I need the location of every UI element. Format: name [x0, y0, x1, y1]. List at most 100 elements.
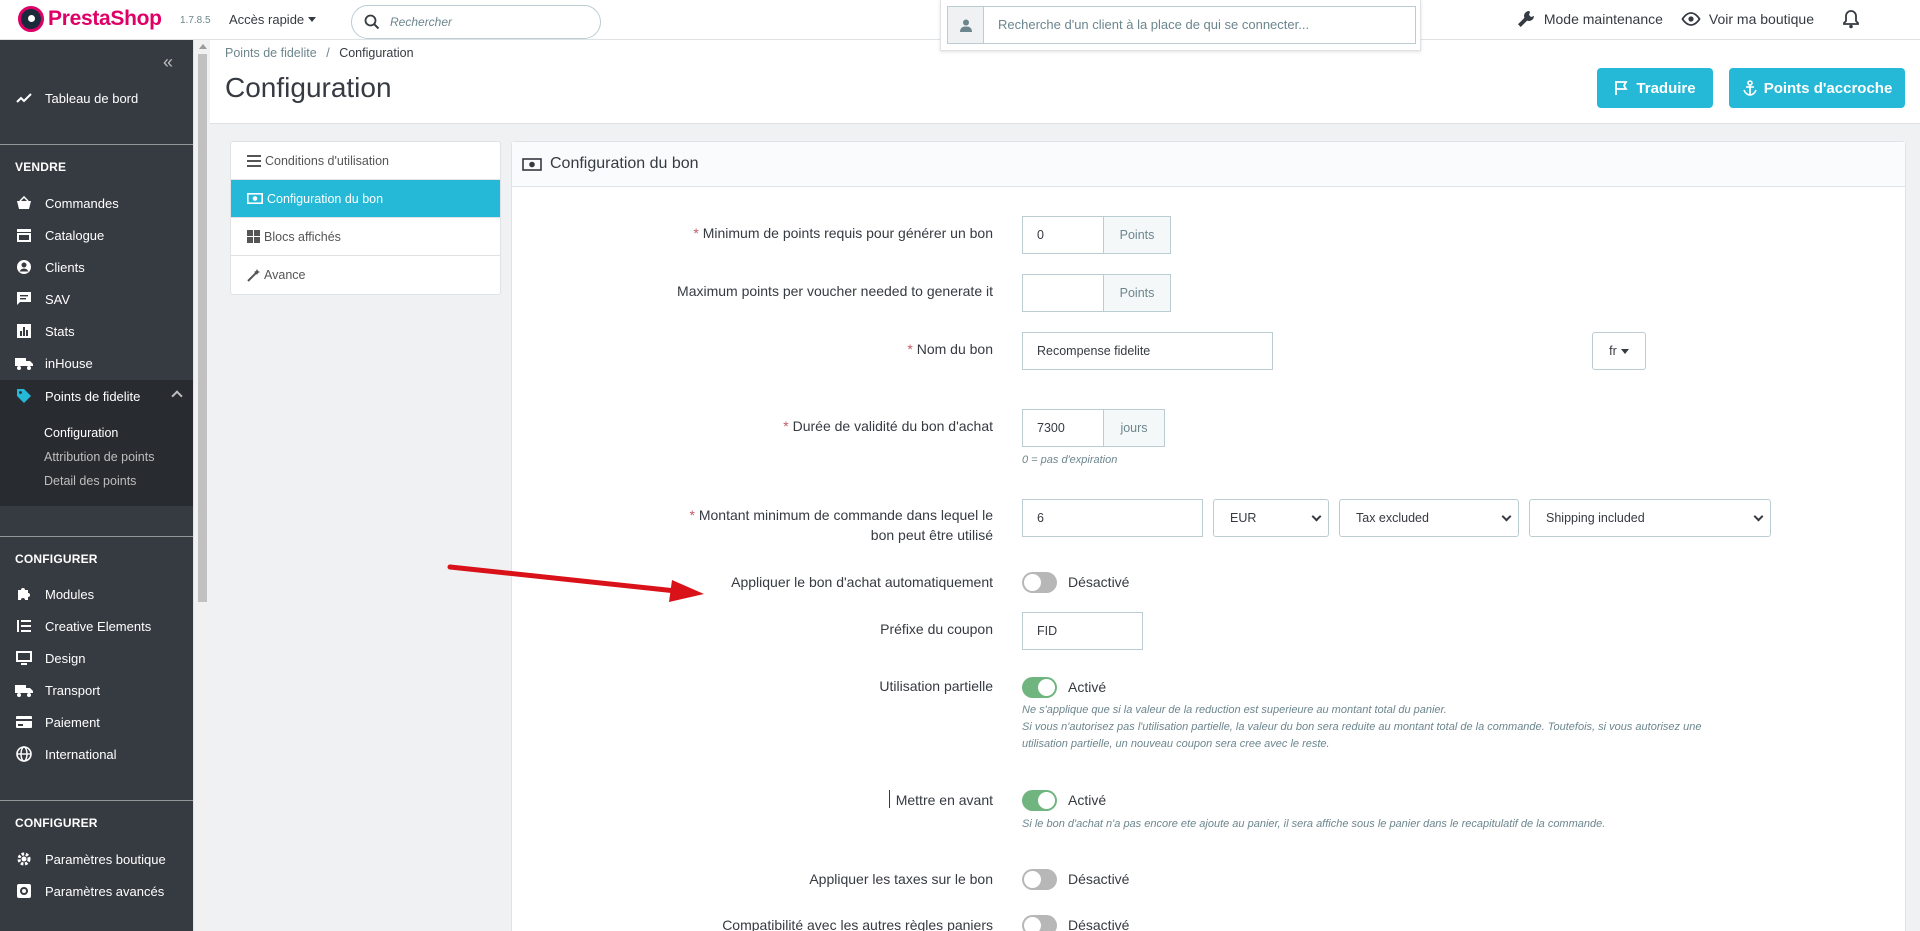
tab-advanced[interactable]: Avance: [231, 256, 500, 294]
sidebar-item-customers[interactable]: Clients: [0, 251, 193, 283]
sidebar-item-stats[interactable]: Stats: [0, 315, 193, 347]
validity-unit: jours: [1103, 409, 1165, 447]
section-title-sell: VENDRE: [15, 160, 67, 174]
sidebar-item-design[interactable]: Design: [0, 642, 193, 674]
elements-icon: [15, 617, 33, 635]
validity-input[interactable]: 7300: [1022, 409, 1104, 447]
language-dropdown[interactable]: fr: [1592, 332, 1646, 370]
chat-icon: [15, 290, 33, 308]
voucher-name-input[interactable]: Recompense fidelite: [1022, 332, 1273, 370]
sidebar-item-inhouse[interactable]: inHouse: [0, 347, 193, 379]
partial-use-label: Utilisation partielle: [879, 678, 993, 694]
search-icon: [364, 14, 380, 30]
min-amount-label: * Montant minimum de commande dans leque…: [689, 507, 994, 543]
search-input[interactable]: Rechercher: [390, 15, 452, 29]
view-shop-link[interactable]: Voir ma boutique: [1681, 11, 1814, 27]
sidebar-item-orders[interactable]: Commandes: [0, 187, 193, 219]
sidebar: « Tableau de bord VENDRE Commandes Catal…: [0, 40, 193, 931]
sidebar-item-loyalty[interactable]: Points de fidelite: [0, 380, 193, 412]
breadcrumb-parent-link[interactable]: Points de fidelite: [225, 46, 317, 60]
sidebar-subitem-details[interactable]: Detail des points: [44, 474, 136, 488]
sidebar-item-label: Clients: [45, 259, 85, 275]
sidebar-item-label: Points de fidelite: [45, 388, 141, 404]
max-points-unit: Points: [1103, 274, 1171, 312]
min-amount-input[interactable]: 6: [1022, 499, 1203, 537]
sidebar-item-catalog[interactable]: Catalogue: [0, 219, 193, 251]
prestashop-logo[interactable]: PrestaShop: [18, 6, 162, 32]
translate-button[interactable]: Traduire: [1597, 68, 1713, 108]
sidebar-subitem-configuration[interactable]: Configuration: [44, 426, 118, 440]
max-points-label: Maximum points per voucher needed to gen…: [677, 283, 993, 299]
highlight-state: Activé: [1068, 792, 1107, 808]
tab-label: Blocs affichés: [264, 229, 341, 244]
sidebar-item-international[interactable]: International: [0, 738, 193, 770]
tab-label: Avance: [264, 268, 306, 282]
partial-use-toggle[interactable]: [1022, 677, 1057, 698]
quick-access-dropdown[interactable]: Accès rapide: [229, 12, 317, 27]
prestashop-logo-icon: [18, 6, 44, 32]
taxes-label: Appliquer les taxes sur le bon: [809, 871, 993, 887]
version-label: 1.7.8.5: [180, 15, 211, 26]
puzzle-icon: [15, 585, 33, 603]
highlight-label: Mettre en avant: [895, 792, 993, 808]
chevron-down-icon: [1753, 511, 1764, 521]
highlight-toggle[interactable]: [1022, 790, 1057, 811]
tax-value: Tax excluded: [1356, 511, 1429, 525]
sidebar-item-creative-elements[interactable]: Creative Elements: [0, 610, 193, 642]
sidebar-subitem-attribution[interactable]: Attribution de points: [44, 450, 155, 464]
collapse-sidebar-icon[interactable]: «: [163, 52, 173, 73]
sidebar-item-label: inHouse: [45, 355, 93, 371]
hooks-button[interactable]: Points d'accroche: [1729, 68, 1905, 108]
sidebar-item-label: Catalogue: [45, 227, 105, 243]
sidebar-item-shipping[interactable]: Transport: [0, 674, 193, 706]
wrench-icon: [1517, 11, 1534, 27]
max-points-input[interactable]: [1022, 274, 1104, 312]
currency-select[interactable]: EUR: [1213, 499, 1329, 537]
page-title: Configuration: [225, 72, 392, 103]
taxes-toggle[interactable]: [1022, 869, 1057, 890]
tab-blocks[interactable]: Blocs affichés: [231, 218, 500, 256]
scroll-thumb[interactable]: [198, 54, 207, 602]
bell-icon[interactable]: [1842, 9, 1860, 29]
tab-label: Conditions d'utilisation: [265, 153, 389, 168]
highlight-help: Si le bon d'achat n'a pas encore ete ajo…: [1022, 818, 1606, 830]
sidebar-scrollbar[interactable]: [193, 40, 210, 931]
sidebar-item-sav[interactable]: SAV: [0, 283, 193, 315]
compat-toggle[interactable]: [1022, 915, 1057, 931]
compat-label: Compatibilité avec les autres règles pan…: [722, 917, 993, 931]
tab-conditions[interactable]: Conditions d'utilisation: [231, 142, 500, 180]
min-points-input[interactable]: 0: [1022, 216, 1104, 254]
tax-select[interactable]: Tax excluded: [1339, 499, 1519, 537]
customer-addon: [948, 7, 984, 43]
sidebar-item-shop-parameters[interactable]: Paramètres boutique: [0, 843, 193, 875]
sidebar-item-label: Modules: [45, 586, 95, 602]
caret-down-icon: [308, 17, 317, 22]
page-header: Points de fidelite / Configuration Confi…: [210, 40, 1920, 124]
auto-apply-toggle[interactable]: [1022, 572, 1057, 593]
sidebar-item-payment[interactable]: Paiement: [0, 706, 193, 738]
sidebar-item-advanced-parameters[interactable]: Paramètres avancés: [0, 875, 193, 907]
shipping-select[interactable]: Shipping included: [1529, 499, 1771, 537]
sidebar-item-modules[interactable]: Modules: [0, 578, 193, 610]
customer-search-input[interactable]: Recherche d'un client à la place de qui …: [984, 7, 1323, 43]
maintenance-link[interactable]: Mode maintenance: [1516, 9, 1663, 29]
sidebar-item-label: Paiement: [45, 714, 100, 730]
anchor-icon: [1742, 80, 1757, 96]
taxes-state: Désactivé: [1068, 871, 1130, 887]
credit-card-icon: [15, 713, 33, 731]
customer-search-field[interactable]: Recherche d'un client à la place de qui …: [947, 6, 1416, 44]
bar-chart-icon: [15, 322, 33, 340]
globe-icon: [15, 745, 33, 763]
breadcrumb: Points de fidelite / Configuration: [225, 46, 414, 60]
money-icon: [247, 193, 263, 204]
sidebar-item-label: Paramètres avancés: [45, 883, 165, 899]
money-icon: [522, 157, 542, 171]
compat-state: Désactivé: [1068, 917, 1130, 931]
prefix-input[interactable]: FID: [1022, 612, 1143, 650]
search-bar[interactable]: Rechercher: [351, 5, 601, 39]
partial-use-help: Ne s'applique que si la valeur de la red…: [1022, 704, 1702, 750]
sidebar-item-dashboard[interactable]: Tableau de bord: [0, 82, 193, 114]
list-icon: [247, 154, 261, 167]
tab-voucher-config[interactable]: Configuration du bon: [231, 180, 500, 218]
scroll-up-arrow-icon[interactable]: [199, 44, 207, 49]
